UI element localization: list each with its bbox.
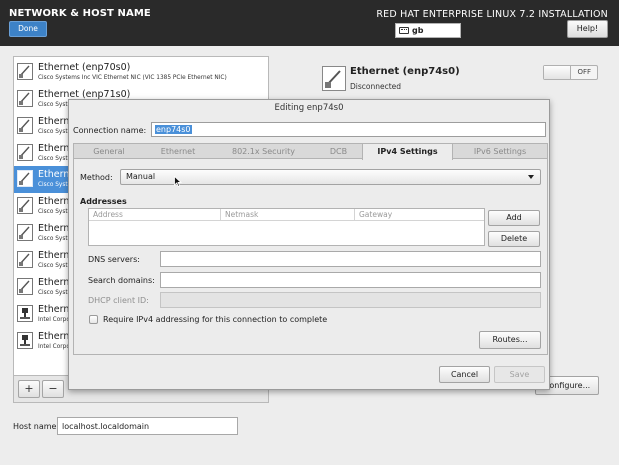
tab-bar: General Ethernet 802.1x Security DCB IPv…: [74, 144, 547, 160]
delete-address-button[interactable]: Delete: [488, 231, 540, 247]
connection-name-label: Connection name:: [73, 126, 147, 135]
device-power-toggle[interactable]: OFF: [543, 65, 598, 80]
search-domains-label: Search domains:: [88, 276, 155, 285]
ethernet-icon: [17, 251, 33, 268]
device-description: Cisco Syste: [38, 129, 72, 135]
mouse-cursor-icon: [174, 176, 183, 188]
page-title: NETWORK & HOST NAME: [9, 8, 151, 19]
search-domains-input[interactable]: [160, 272, 541, 288]
help-button[interactable]: Help!: [567, 20, 608, 38]
ethernet-plug-icon: [17, 305, 33, 322]
device-name: Ethernet (enp70s0): [38, 62, 131, 73]
keyboard-layout-indicator[interactable]: gb: [395, 23, 461, 38]
ethernet-icon: [17, 90, 33, 107]
add-address-button[interactable]: Add: [488, 210, 540, 226]
device-description: Cisco Syste: [38, 263, 72, 269]
add-device-button[interactable]: +: [18, 380, 40, 398]
device-description: Intel Corpo: [38, 317, 70, 323]
method-label: Method:: [80, 173, 113, 182]
device-detail-title: Ethernet (enp74s0): [350, 66, 460, 77]
settings-notebook: General Ethernet 802.1x Security DCB IPv…: [73, 143, 548, 355]
device-description: Cisco Syste: [38, 182, 72, 188]
addresses-heading: Addresses: [80, 197, 127, 206]
save-button: Save: [494, 366, 545, 383]
column-header-netmask: Netmask: [220, 209, 354, 221]
dhcp-client-id-input: [160, 292, 541, 308]
keyboard-icon: [399, 27, 409, 34]
device-description: Cisco Syste: [38, 156, 72, 162]
ethernet-icon: [17, 197, 33, 214]
tab-general[interactable]: General: [74, 144, 144, 159]
tab-ethernet[interactable]: Ethernet: [144, 144, 212, 159]
chevron-down-icon: [528, 175, 534, 179]
tab-ipv6-settings[interactable]: IPv6 Settings: [453, 144, 547, 159]
edit-connection-dialog: Editing enp74s0 Connection name: enp74s0…: [68, 99, 550, 390]
dns-servers-label: DNS servers:: [88, 255, 140, 264]
ethernet-icon: [17, 117, 33, 134]
top-header: NETWORK & HOST NAME Done RED HAT ENTERPR…: [0, 0, 619, 46]
device-description: Cisco Systems Inc VIC Ethernet NIC (VIC …: [38, 75, 227, 81]
tab-8021x-security[interactable]: 802.1x Security: [212, 144, 315, 159]
ethernet-icon: [17, 144, 33, 161]
ethernet-icon: [17, 170, 33, 187]
method-value: Manual: [126, 172, 156, 181]
device-description: Cisco Syste: [38, 290, 72, 296]
connection-name-input[interactable]: enp74s0: [151, 122, 546, 137]
hostname-input[interactable]: [57, 417, 238, 435]
toggle-state-label: OFF: [577, 68, 591, 76]
tab-ipv4-settings[interactable]: IPv4 Settings: [362, 144, 453, 160]
cancel-button[interactable]: Cancel: [439, 366, 490, 383]
addresses-table[interactable]: Address Netmask Gateway: [88, 208, 485, 246]
keyboard-layout-label: gb: [412, 26, 424, 35]
device-description: Intel Corpo: [38, 344, 70, 350]
device-description: Cisco Syste: [38, 236, 72, 242]
require-ipv4-checkbox[interactable]: [89, 315, 98, 324]
column-header-gateway: Gateway: [354, 209, 484, 221]
column-header-address: Address: [89, 209, 220, 221]
dhcp-client-id-label: DHCP client ID:: [88, 296, 149, 305]
ethernet-icon: [17, 278, 33, 295]
device-item-0[interactable]: Ethernet (enp70s0) Cisco Systems Inc VIC…: [14, 59, 268, 86]
ethernet-icon: [17, 63, 33, 80]
device-description: Cisco Syste: [38, 102, 72, 108]
hostname-label: Host name:: [13, 422, 60, 431]
ethernet-icon: [17, 224, 33, 241]
installer-title: RED HAT ENTERPRISE LINUX 7.2 INSTALLATIO…: [376, 9, 608, 20]
device-status: Disconnected: [350, 82, 402, 91]
connection-name-value: enp74s0: [155, 125, 192, 134]
done-button[interactable]: Done: [9, 21, 47, 37]
device-description: Cisco Syste: [38, 209, 72, 215]
dns-servers-input[interactable]: [160, 251, 541, 267]
routes-button[interactable]: Routes...: [479, 331, 541, 349]
ethernet-plug-icon: [17, 332, 33, 349]
remove-device-button[interactable]: −: [42, 380, 64, 398]
ethernet-icon: [322, 66, 346, 91]
toggle-knob: [544, 66, 571, 79]
require-ipv4-label: Require IPv4 addressing for this connect…: [103, 315, 328, 324]
dialog-title: Editing enp74s0: [274, 103, 344, 113]
tab-dcb[interactable]: DCB: [315, 144, 362, 159]
